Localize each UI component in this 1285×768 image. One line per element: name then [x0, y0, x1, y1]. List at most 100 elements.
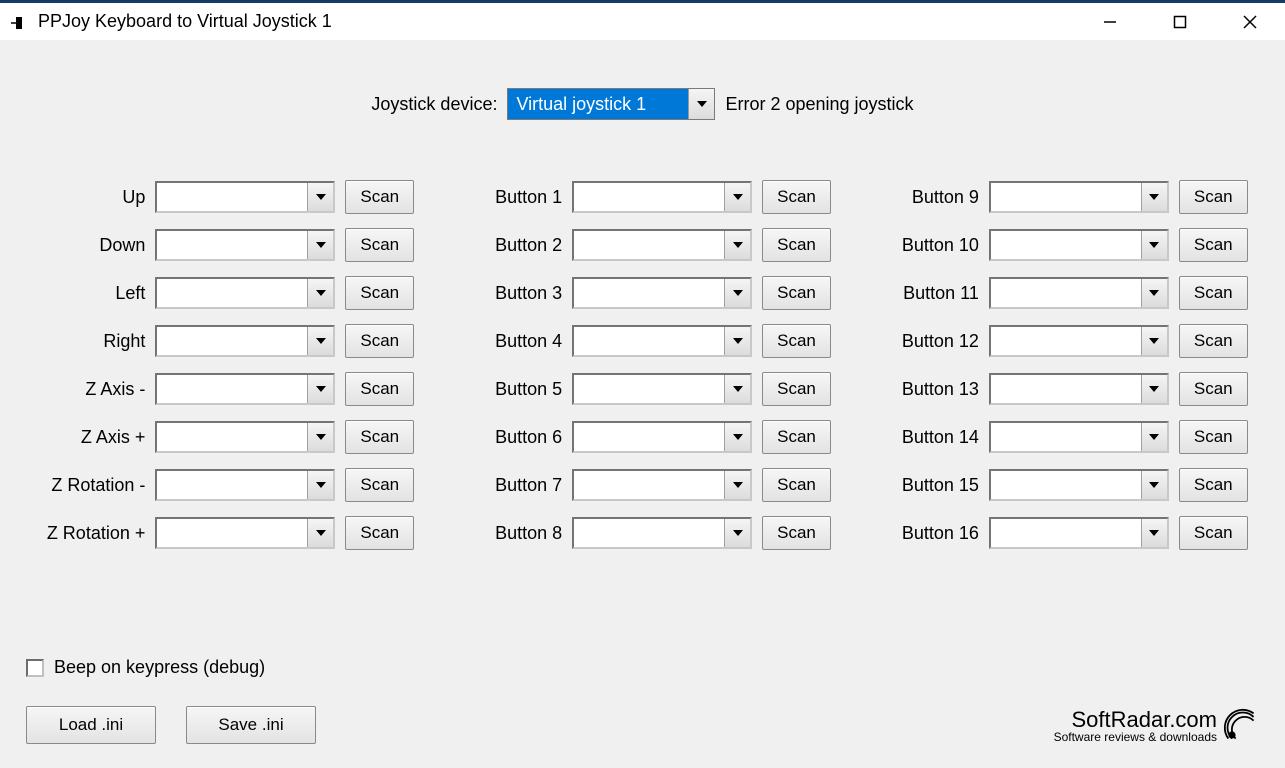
watermark-main: SoftRadar.com: [1071, 709, 1217, 731]
key-combo-dropdown[interactable]: [1141, 279, 1167, 307]
beep-checkbox[interactable]: [26, 659, 44, 677]
scan-button[interactable]: Scan: [1179, 420, 1248, 454]
key-combo-dropdown[interactable]: [307, 279, 333, 307]
maximize-button[interactable]: [1145, 2, 1215, 42]
scan-button[interactable]: Scan: [345, 276, 414, 310]
key-combo[interactable]: [989, 229, 1169, 261]
key-combo-dropdown[interactable]: [307, 375, 333, 403]
key-combo[interactable]: [155, 229, 335, 261]
scan-button[interactable]: Scan: [1179, 516, 1248, 550]
scan-button[interactable]: Scan: [345, 180, 414, 214]
mapping-label: Button 3: [454, 283, 562, 304]
key-combo[interactable]: [572, 421, 752, 453]
mapping-label: Button 4: [454, 331, 562, 352]
key-combo-text: [157, 423, 307, 451]
mapping-label: Z Axis +: [37, 427, 145, 448]
key-combo-dropdown[interactable]: [724, 471, 750, 499]
key-combo[interactable]: [155, 469, 335, 501]
scan-button[interactable]: Scan: [1179, 228, 1248, 262]
key-combo-dropdown[interactable]: [1141, 471, 1167, 499]
key-combo[interactable]: [572, 325, 752, 357]
client-area: Joystick device: Virtual joystick 1 Erro…: [0, 40, 1285, 768]
scan-button[interactable]: Scan: [762, 180, 831, 214]
key-combo-dropdown[interactable]: [1141, 183, 1167, 211]
key-combo[interactable]: [572, 229, 752, 261]
key-combo[interactable]: [155, 277, 335, 309]
key-combo-dropdown[interactable]: [724, 519, 750, 547]
key-combo[interactable]: [155, 325, 335, 357]
key-combo-dropdown[interactable]: [724, 327, 750, 355]
scan-button[interactable]: Scan: [345, 372, 414, 406]
key-combo-dropdown[interactable]: [1141, 423, 1167, 451]
key-combo-dropdown[interactable]: [724, 279, 750, 307]
chevron-down-icon: [733, 194, 743, 200]
key-combo[interactable]: [989, 277, 1169, 309]
key-combo-dropdown[interactable]: [307, 471, 333, 499]
key-combo[interactable]: [989, 421, 1169, 453]
key-combo-dropdown[interactable]: [1141, 327, 1167, 355]
key-combo[interactable]: [155, 517, 335, 549]
scan-button[interactable]: Scan: [345, 228, 414, 262]
device-select[interactable]: Virtual joystick 1: [507, 88, 715, 120]
key-combo[interactable]: [989, 181, 1169, 213]
key-combo-dropdown[interactable]: [1141, 519, 1167, 547]
key-combo[interactable]: [572, 181, 752, 213]
key-combo-dropdown[interactable]: [307, 423, 333, 451]
scan-button[interactable]: Scan: [762, 372, 831, 406]
key-combo-dropdown[interactable]: [724, 375, 750, 403]
key-combo[interactable]: [572, 517, 752, 549]
scan-button[interactable]: Scan: [345, 420, 414, 454]
close-button[interactable]: [1215, 2, 1285, 42]
key-combo-text: [991, 327, 1141, 355]
mapping-row: Button 4 Scan: [454, 324, 831, 358]
key-combo-dropdown[interactable]: [307, 327, 333, 355]
key-combo-dropdown[interactable]: [724, 423, 750, 451]
key-combo-dropdown[interactable]: [724, 231, 750, 259]
key-combo[interactable]: [155, 373, 335, 405]
key-combo-dropdown[interactable]: [307, 519, 333, 547]
key-combo-dropdown[interactable]: [1141, 231, 1167, 259]
save-ini-button[interactable]: Save .ini: [186, 706, 316, 744]
key-combo-text: [157, 183, 307, 211]
chevron-down-icon: [733, 290, 743, 296]
mapping-label: Down: [37, 235, 145, 256]
key-combo-dropdown[interactable]: [724, 183, 750, 211]
key-combo-dropdown[interactable]: [1141, 375, 1167, 403]
load-ini-button[interactable]: Load .ini: [26, 706, 156, 744]
scan-button[interactable]: Scan: [762, 516, 831, 550]
key-combo-text: [991, 471, 1141, 499]
mapping-label: Up: [37, 187, 145, 208]
key-combo[interactable]: [572, 373, 752, 405]
minimize-button[interactable]: [1075, 2, 1145, 42]
scan-button[interactable]: Scan: [762, 420, 831, 454]
mapping-row: Button 1Scan: [454, 180, 831, 214]
key-combo[interactable]: [989, 325, 1169, 357]
scan-button[interactable]: Scan: [345, 516, 414, 550]
scan-button[interactable]: Scan: [762, 276, 831, 310]
key-combo[interactable]: [989, 373, 1169, 405]
key-combo-dropdown[interactable]: [307, 183, 333, 211]
titlebar: PPJoy Keyboard to Virtual Joystick 1: [0, 0, 1285, 40]
scan-button[interactable]: Scan: [1179, 372, 1248, 406]
key-combo[interactable]: [572, 277, 752, 309]
key-combo-dropdown[interactable]: [307, 231, 333, 259]
watermark: SoftRadar.com Software reviews & downloa…: [1054, 708, 1259, 744]
scan-button[interactable]: Scan: [762, 468, 831, 502]
scan-button[interactable]: Scan: [762, 324, 831, 358]
key-combo-text: [157, 375, 307, 403]
scan-button[interactable]: Scan: [1179, 276, 1248, 310]
key-combo[interactable]: [155, 421, 335, 453]
scan-button[interactable]: Scan: [345, 468, 414, 502]
scan-button[interactable]: Scan: [1179, 324, 1248, 358]
device-select-dropdown[interactable]: [688, 89, 714, 119]
mapping-row: Button 8Scan: [454, 516, 831, 550]
scan-button[interactable]: Scan: [345, 324, 414, 358]
key-combo[interactable]: [155, 181, 335, 213]
mapping-row: Button 13Scan: [871, 372, 1248, 406]
key-combo[interactable]: [989, 517, 1169, 549]
scan-button[interactable]: Scan: [1179, 468, 1248, 502]
key-combo[interactable]: [989, 469, 1169, 501]
scan-button[interactable]: Scan: [762, 228, 831, 262]
key-combo[interactable]: [572, 469, 752, 501]
scan-button[interactable]: Scan: [1179, 180, 1248, 214]
